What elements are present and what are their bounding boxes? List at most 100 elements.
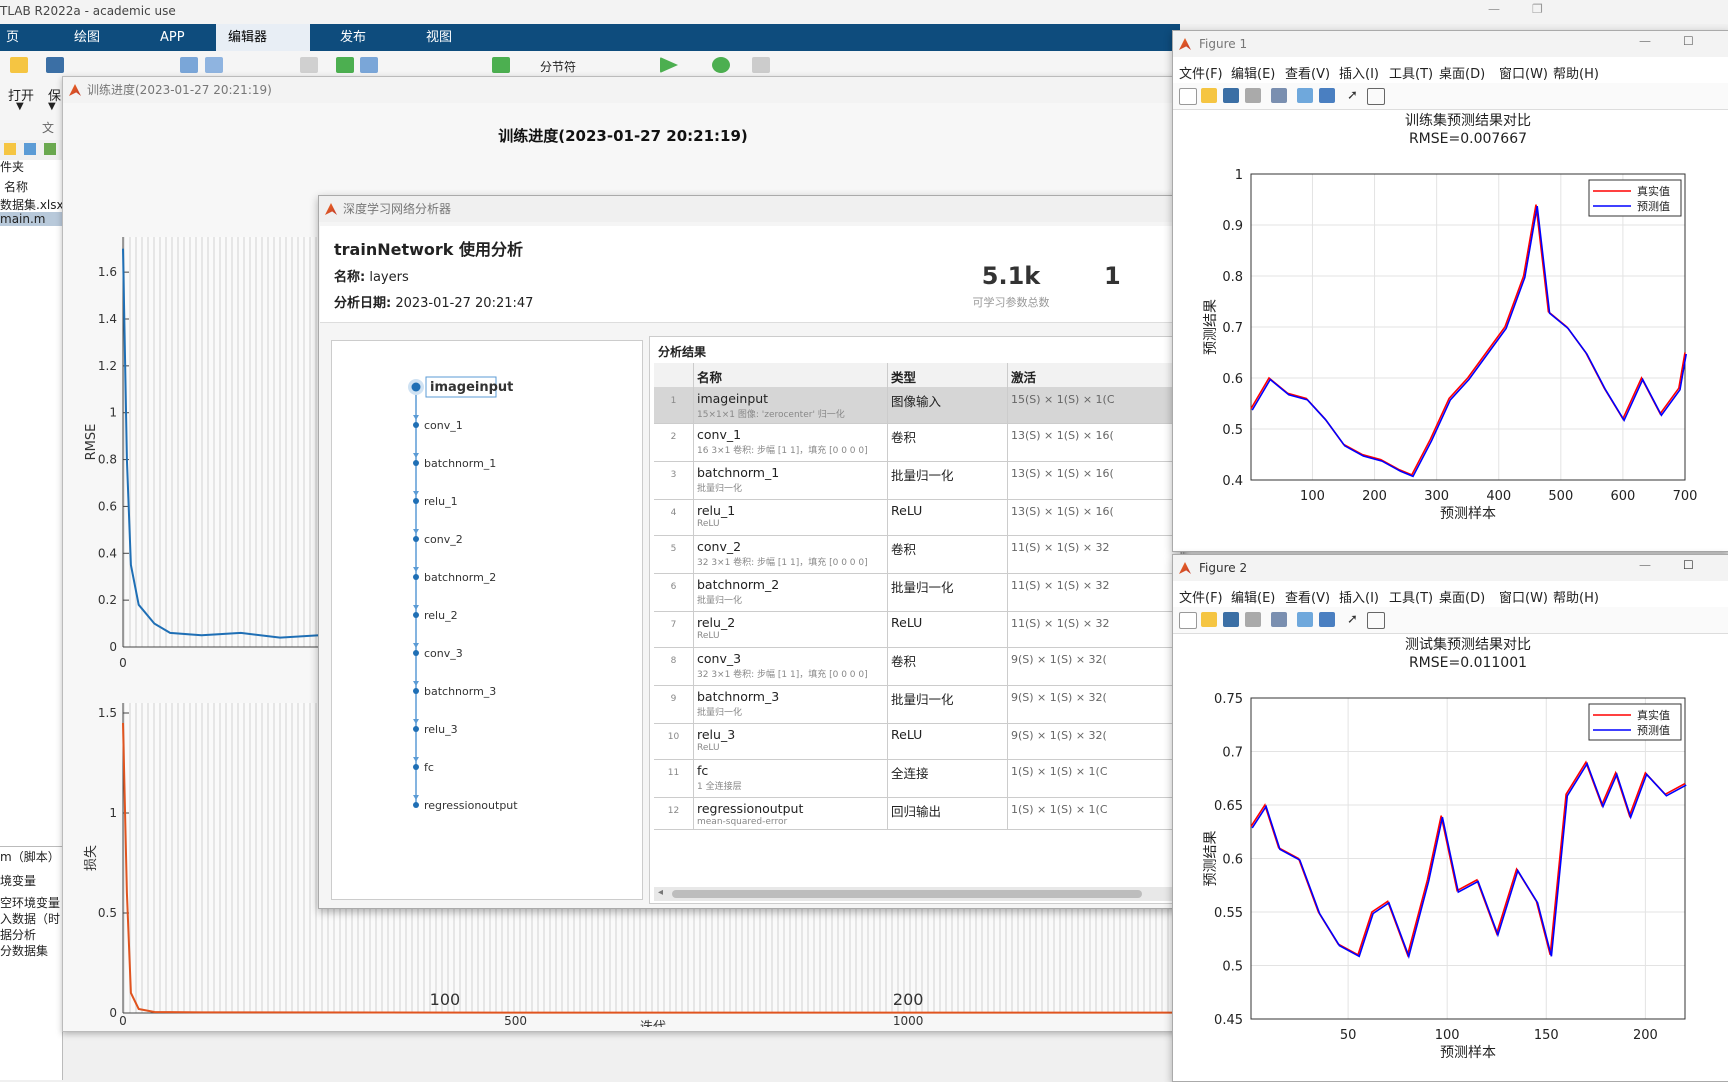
analysis-name: 名称: layers [334,266,409,285]
menu-file[interactable]: 文件(F) [1179,587,1223,606]
menu-view[interactable]: 查看(V) [1285,63,1330,82]
indent-icon[interactable] [360,57,378,73]
open-file-icon[interactable] [1201,612,1217,627]
minimize-icon[interactable]: — [1639,558,1651,572]
menu-view[interactable]: 查看(V) [1285,587,1330,606]
menu-edit[interactable]: 编辑(E) [1231,63,1275,82]
table-row[interactable]: 9 batchnorm_3 批量归一化 批量归一化 9(S) × 1(S) × 32( [654,685,1180,724]
row-index: 9 [670,694,677,704]
menu-desktop[interactable]: 桌面(D) [1439,63,1485,82]
table-cell: ReLU [888,723,1008,759]
tab-view[interactable]: 视图 [414,24,464,51]
file-item-main[interactable]: main.m [0,212,62,226]
tab-plots[interactable]: 绘图 [62,24,112,51]
table-cell: 回归输出 [888,797,1008,829]
table-row[interactable]: 4 relu_1 ReLU ReLU 13(S) × 1(S) × 16( [654,499,1180,536]
scroll-left-icon[interactable]: ◂ [658,887,663,898]
table-row[interactable]: 7 relu_2 ReLU ReLU 11(S) × 1(S) × 32 [654,611,1180,648]
legend-icon[interactable] [1319,88,1335,103]
link-plot-icon[interactable] [1271,88,1287,103]
maximize-icon[interactable]: ❐ [1532,2,1543,16]
find-icon[interactable] [180,57,198,73]
open-file-icon[interactable] [1201,88,1217,103]
name-column-header[interactable]: 名称 [4,178,28,195]
menu-edit[interactable]: 编辑(E) [1231,587,1275,606]
activation-column-header[interactable]: 激活 [1008,363,1188,387]
ribbon-tabs: 页 绘图 APP 编辑器 发布 视图 [0,24,1180,51]
new-figure-icon[interactable] [1179,612,1197,629]
table-row[interactable]: 5 conv_2 32 3×1 卷积: 步幅 [1 1]，填充 [0 0 0 0] 卷… [654,535,1180,574]
file-item-xlsx[interactable]: 数据集.xlsx [0,196,64,213]
menu-help[interactable]: 帮助(H) [1553,63,1599,82]
percent-icon[interactable] [336,57,354,73]
horizontal-scrollbar[interactable]: ◂ [654,887,1180,901]
folder-up-icon[interactable] [4,143,16,155]
tab-apps[interactable]: APP [148,24,197,51]
menu-window[interactable]: 窗口(W) [1499,587,1548,606]
name-column-header[interactable]: 名称 [694,363,888,387]
tab-publish[interactable]: 发布 [328,24,378,51]
save-figure-icon[interactable] [1223,88,1239,103]
search-folder-icon[interactable] [44,143,56,155]
menu-window[interactable]: 窗口(W) [1499,63,1548,82]
colorbar-icon[interactable] [1297,88,1313,103]
save-figure-icon[interactable] [1223,612,1239,627]
table-row[interactable]: 12 regressionoutput mean-squared-error 回归输出… [654,797,1180,830]
menu-help[interactable]: 帮助(H) [1553,587,1599,606]
pointer-icon[interactable]: ➚ [1347,612,1363,627]
minimize-icon[interactable]: — [1488,2,1500,16]
new-figure-icon[interactable] [1179,88,1197,105]
navigate-back-icon[interactable] [205,57,223,73]
menu-tools[interactable]: 工具(T) [1389,63,1433,82]
menu-insert[interactable]: 插入(I) [1339,63,1379,82]
layer-description: ReLU [697,743,720,753]
table-row[interactable]: 2 conv_1 16 3×1 卷积: 步幅 [1 1]，填充 [0 0 0 0] 卷… [654,423,1180,462]
minimize-icon[interactable]: — [1639,34,1651,48]
save-dropdown-icon[interactable]: ▼ [48,101,56,112]
table-row[interactable]: 3 batchnorm_1 批量归一化 批量归一化 13(S) × 1(S) × 16( [654,461,1180,500]
maximize-icon[interactable]: ☐ [1683,34,1694,48]
table-row[interactable]: 1 imageinput 15×1×1 图像: 'zerocenter' 归一化 图像… [654,387,1180,424]
pointer-icon[interactable]: ➚ [1347,88,1363,103]
run-section-icon[interactable] [492,57,510,73]
legend-icon[interactable] [1319,612,1335,627]
menu-insert[interactable]: 插入(I) [1339,587,1379,606]
workspace-item[interactable]: 境变量 [0,872,36,889]
section-break-button[interactable]: 分节符 [540,58,576,75]
table-row[interactable]: 8 conv_3 32 3×1 卷积: 步幅 [1 1]，填充 [0 0 0 0] 卷… [654,647,1180,686]
table-row[interactable]: 6 batchnorm_2 批量归一化 批量归一化 11(S) × 1(S) × 32 [654,573,1180,612]
function-icon[interactable] [300,57,318,73]
stop-icon[interactable] [752,57,770,73]
step-icon[interactable] [712,57,730,73]
open-dropdown-icon[interactable]: ▼ [16,101,24,112]
menu-file[interactable]: 文件(F) [1179,63,1223,82]
workspace-item[interactable]: 空环境变量 [0,894,60,911]
colorbar-icon[interactable] [1297,612,1313,627]
workspace-item[interactable]: 分数据集 [0,942,48,959]
table-row[interactable]: 11 fc 1 全连接层 全连接 1(S) × 1(S) × 1(C [654,759,1180,798]
tab-editor[interactable]: 编辑器 [216,24,310,51]
table-cell: 卷积 [888,423,1008,461]
type-column-header[interactable]: 类型 [888,363,1008,387]
menu-tools[interactable]: 工具(T) [1389,587,1433,606]
save-icon[interactable] [46,57,64,73]
property-editor-icon[interactable] [1367,612,1385,629]
training-window-titlebar: 训练进度(2023-01-27 20:21:19) [63,77,1183,103]
link-plot-icon[interactable] [1271,612,1287,627]
tab-home[interactable]: 页 [0,24,31,51]
workspace-item[interactable]: 入数据（时 [0,910,60,927]
print-icon[interactable] [1245,612,1261,627]
scrollbar-thumb[interactable] [672,890,1142,898]
results-table-body: 1 imageinput 15×1×1 图像: 'zerocenter' 归一化 图像… [654,387,1180,887]
property-editor-icon[interactable] [1367,88,1385,105]
maximize-icon[interactable]: ☐ [1683,558,1694,572]
workspace-item[interactable]: 据分析 [0,926,36,943]
graph-arrow [413,491,419,496]
run-icon[interactable] [660,57,678,73]
print-icon[interactable] [1245,88,1261,103]
layer-description: ReLU [697,631,720,641]
open-folder-icon[interactable] [10,57,28,73]
menu-desktop[interactable]: 桌面(D) [1439,587,1485,606]
table-row[interactable]: 10 relu_3 ReLU ReLU 9(S) × 1(S) × 32( [654,723,1180,760]
browse-icon[interactable] [24,143,36,155]
